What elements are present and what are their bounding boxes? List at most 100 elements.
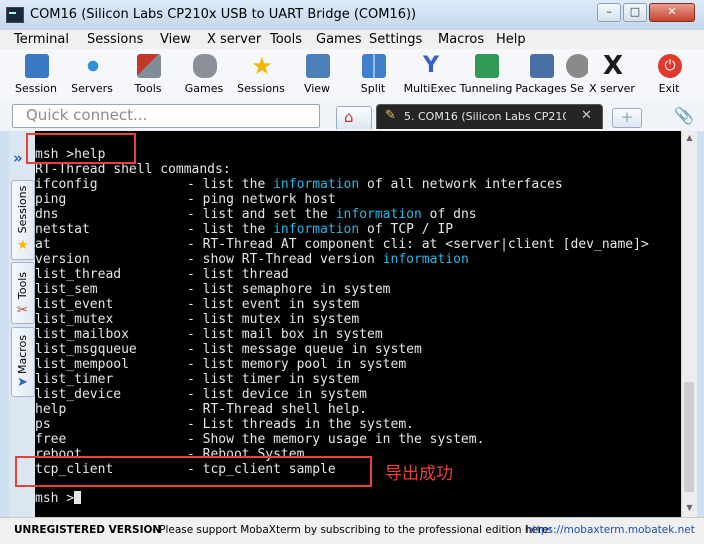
macros-side-tab[interactable]: Macros ➤	[11, 327, 35, 397]
command-name: netstat	[35, 222, 90, 237]
scroll-up-icon[interactable]: ▲	[682, 133, 697, 142]
command-line-dns: dns - list and set the information of dns	[35, 207, 477, 222]
scroll-thumb[interactable]	[684, 382, 694, 492]
menu-tools[interactable]: Tools	[270, 32, 302, 47]
terminal-cursor	[74, 491, 82, 504]
quick-connect-placeholder: Quick connect...	[26, 106, 148, 124]
command-description: - RT-Thread AT component cli: at <server…	[187, 237, 649, 252]
command-description: - list semaphore in system	[187, 282, 391, 297]
command-description: - Show the memory usage in the system.	[187, 432, 485, 447]
new-tab-button[interactable]: +	[612, 108, 642, 128]
home-tab[interactable]	[336, 106, 372, 129]
help-highlight-box	[26, 133, 136, 164]
command-description: - ping network host	[187, 192, 336, 207]
command-name: help	[35, 402, 67, 417]
paperclip-icon[interactable]: 📎	[674, 106, 694, 125]
command-description: - list memory pool in system	[187, 357, 407, 372]
command-description: of dns	[421, 207, 477, 222]
maximize-button[interactable]: □	[623, 3, 647, 22]
highlighted-word: information	[273, 177, 360, 192]
command-description: - list the	[187, 222, 274, 237]
command-line-list-mailbox: list_mailbox - list mail box in system	[35, 327, 383, 342]
terminal-final-prompt[interactable]: msh >	[35, 491, 82, 506]
exit-button[interactable]: ⏻ Exit	[639, 51, 699, 99]
command-name: list_mempool	[35, 357, 129, 372]
terminal-scrollbar[interactable]: ▲ ▼	[681, 131, 697, 517]
servers-icon	[81, 54, 105, 78]
command-description: - list mutex in system	[187, 312, 360, 327]
final-prompt-text: msh >	[35, 491, 75, 506]
scroll-down-icon[interactable]: ▼	[682, 503, 697, 512]
status-message: - Please support MobaXterm by subscribin…	[152, 524, 553, 536]
annotation-label: 导出成功	[385, 464, 453, 484]
command-name: list_msgqueue	[35, 342, 137, 357]
terminal-heading: RT-Thread shell commands:	[35, 162, 231, 177]
command-name: list_timer	[35, 372, 114, 387]
command-description: - list thread	[187, 267, 289, 282]
command-description: - list the	[187, 177, 274, 192]
menu-macros[interactable]: Macros	[438, 32, 484, 47]
close-button[interactable]: ✕	[649, 3, 695, 22]
command-description: - list timer in system	[187, 372, 360, 387]
command-description: - List threads in the system.	[187, 417, 414, 432]
menu-bar: Terminal Sessions View X server Tools Ga…	[0, 29, 704, 50]
macro-icon: ➤	[17, 375, 28, 390]
minimize-button[interactable]: –	[597, 3, 621, 22]
xserver-icon: X	[602, 51, 624, 81]
menu-settings[interactable]: Settings	[369, 32, 422, 47]
command-line-list-sem: list_sem - list semaphore in system	[35, 282, 391, 297]
power-icon: ⏻	[658, 54, 682, 78]
command-name: ifconfig	[35, 177, 98, 192]
command-line-list-mutex: list_mutex - list mutex in system	[35, 312, 359, 327]
command-description: - RT-Thread shell help.	[187, 402, 368, 417]
command-name: list_mutex	[35, 312, 114, 327]
packages-button[interactable]: Packages	[511, 51, 571, 99]
command-name: dns	[35, 207, 59, 222]
command-name: list_device	[35, 387, 122, 402]
menu-help[interactable]: Help	[496, 32, 526, 47]
command-description: - list device in system	[187, 387, 368, 402]
games-icon	[193, 54, 217, 78]
session-icon	[25, 54, 49, 78]
command-description: - show RT-Thread version	[187, 252, 383, 267]
mobaxterm-link[interactable]: https://mobaxterm.mobatek.net	[526, 524, 695, 536]
command-name: list_sem	[35, 282, 98, 297]
expand-panel-icon[interactable]: »	[13, 149, 23, 167]
menu-sessions[interactable]: Sessions	[87, 32, 143, 47]
highlighted-word: information	[335, 207, 422, 222]
unregistered-label: UNREGISTERED VERSION	[14, 524, 162, 536]
command-line-list-msgqueue: list_msgqueue - list message queue in sys…	[35, 342, 422, 357]
highlighted-word: information	[273, 222, 360, 237]
tools-icon	[137, 54, 161, 78]
menu-games[interactable]: Games	[316, 32, 361, 47]
sessions-side-label: Sessions	[16, 185, 29, 234]
star-icon: ★	[251, 52, 273, 80]
command-line-list-event: list_event - list event in system	[35, 297, 359, 312]
command-description: - list mail box in system	[187, 327, 383, 342]
command-name: ping	[35, 192, 67, 207]
command-line-at: at - RT-Thread AT component cli: at <serv…	[35, 237, 649, 252]
tools-icon: ✂	[17, 303, 28, 318]
command-name: list_thread	[35, 267, 122, 282]
command-line-ifconfig: ifconfig - list the information of all ne…	[35, 177, 563, 192]
tools-side-tab[interactable]: Tools ✂	[11, 262, 35, 324]
command-name: at	[35, 237, 51, 252]
menu-view[interactable]: View	[160, 32, 191, 47]
multiexec-icon: Y	[423, 53, 439, 78]
title-bar: COM16 (Silicon Labs CP210x USB to UART B…	[0, 0, 704, 29]
menu-terminal[interactable]: Terminal	[14, 32, 69, 47]
command-description: - list event in system	[187, 297, 360, 312]
tunneling-icon	[475, 54, 499, 78]
menu-x-server[interactable]: X server	[207, 32, 261, 47]
command-line-list-thread: list_thread - list thread	[35, 267, 289, 282]
tab-close-icon[interactable]: ✕	[581, 108, 592, 123]
exit-label: Exit	[658, 82, 680, 95]
command-line-free: free - Show the memory usage in the syste…	[35, 432, 484, 447]
command-description: - list message queue in system	[187, 342, 422, 357]
command-line-version: version - show RT-Thread version informat…	[35, 252, 469, 267]
tab-com16-label: 5. COM16 (Silicon Labs CP210x USB to UAR…	[404, 110, 566, 123]
status-bar: UNREGISTERED VERSION - Please support Mo…	[0, 517, 704, 544]
command-description: of TCP / IP	[359, 222, 454, 237]
serial-icon: ✎	[385, 108, 396, 123]
command-line-list-timer: list_timer - list timer in system	[35, 372, 359, 387]
